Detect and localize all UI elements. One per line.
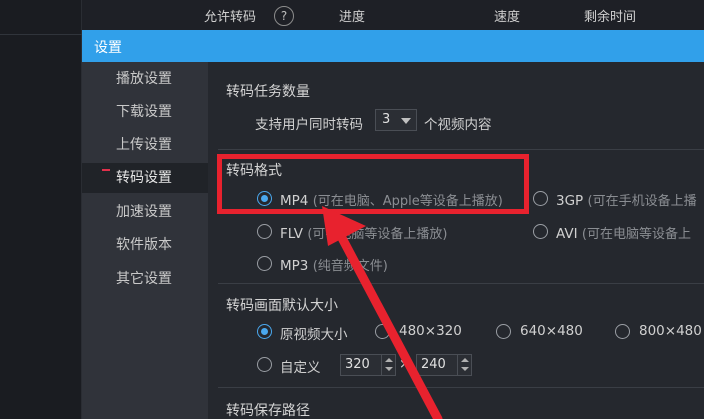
task-count-value: 3	[382, 112, 391, 127]
sidebar-item-other[interactable]: 其它设置	[82, 264, 208, 294]
option-label: AVI	[556, 226, 578, 242]
format-option-mp3[interactable]: MP3 (纯音频文件)	[280, 255, 388, 274]
radio-640x480[interactable]	[496, 324, 511, 339]
option-hint: (可在电脑等设备上播放)	[307, 227, 448, 242]
help-icon[interactable]: ?	[274, 6, 294, 26]
save-path-title: 转码保存路径	[226, 403, 310, 419]
size-option-800x480[interactable]: 800×480	[639, 323, 702, 339]
option-label: FLV	[280, 226, 304, 242]
option-hint: (纯音频文件)	[312, 259, 388, 274]
active-indicator	[102, 169, 110, 171]
column-allow-transcode[interactable]: 允许转码	[204, 6, 256, 25]
sidebar-item-acceleration[interactable]: 加速设置	[82, 197, 208, 227]
chevron-up-icon[interactable]	[385, 358, 393, 362]
column-speed[interactable]: 速度	[494, 6, 520, 25]
task-count-title: 转码任务数量	[226, 84, 310, 100]
highlight-box	[217, 154, 529, 214]
sidebar-item-upload[interactable]: 上传设置	[82, 130, 208, 160]
task-count-select[interactable]: 3	[375, 109, 417, 131]
size-option-480x320[interactable]: 480×320	[399, 323, 462, 339]
sidebar-item-playback[interactable]: 播放设置	[82, 64, 208, 94]
custom-height-value: 240	[421, 357, 446, 372]
background-left-panel	[0, 0, 82, 419]
sidebar-item-label: 转码设置	[116, 170, 172, 186]
divider	[218, 387, 704, 388]
divider	[218, 149, 704, 150]
radio-mp3[interactable]	[257, 256, 272, 271]
custom-width-value: 320	[345, 357, 370, 372]
chevron-down-icon[interactable]	[461, 367, 469, 371]
settings-dialog: 设置 播放设置 下载设置 上传设置 转码设置 加速设置 软件版本 其它设置 转码…	[82, 30, 704, 419]
custom-height-stepper[interactable]: 240	[416, 354, 472, 376]
chevron-down-icon[interactable]	[385, 367, 393, 371]
sidebar-item-download[interactable]: 下载设置	[82, 97, 208, 127]
radio-custom-size[interactable]	[257, 357, 272, 372]
task-count-prefix: 支持用户同时转码	[255, 117, 363, 133]
format-option-avi[interactable]: AVI (可在电脑等设备上	[556, 223, 691, 242]
option-hint: (可在电脑等设备上	[581, 227, 691, 242]
divider	[0, 34, 82, 35]
chevron-down-icon	[401, 118, 411, 124]
settings-content: 转码任务数量 支持用户同时转码 3 个视频内容 转码格式 MP4 (可在电脑、A…	[208, 62, 704, 419]
settings-sidebar: 播放设置 下载设置 上传设置 转码设置 加速设置 软件版本 其它设置	[82, 62, 208, 419]
dialog-titlebar[interactable]: 设置	[82, 30, 704, 62]
radio-original-size[interactable]	[257, 324, 272, 339]
radio-3gp[interactable]	[533, 191, 548, 206]
column-progress[interactable]: 进度	[339, 6, 365, 25]
format-option-flv[interactable]: FLV (可在电脑等设备上播放)	[280, 223, 448, 242]
dialog-title: 设置	[94, 40, 122, 56]
size-separator: ×	[399, 356, 411, 372]
option-label: 3GP	[556, 193, 584, 209]
task-count-suffix: 个视频内容	[424, 117, 492, 133]
size-title: 转码画面默认大小	[226, 298, 338, 314]
radio-flv[interactable]	[257, 224, 272, 239]
radio-800x480[interactable]	[615, 324, 630, 339]
option-label: MP3	[280, 258, 309, 274]
size-option-640x480[interactable]: 640×480	[520, 323, 583, 339]
column-remaining-time[interactable]: 剩余时间	[584, 6, 636, 25]
custom-width-stepper[interactable]: 320	[340, 354, 396, 376]
sidebar-item-transcode[interactable]: 转码设置	[82, 163, 208, 193]
radio-480x320[interactable]	[375, 324, 390, 339]
divider	[218, 283, 704, 284]
size-option-original[interactable]: 原视频大小	[280, 323, 348, 343]
chevron-up-icon[interactable]	[461, 358, 469, 362]
format-option-3gp[interactable]: 3GP (可在手机设备上播	[556, 190, 697, 209]
stepper-buttons[interactable]	[381, 355, 395, 375]
stepper-buttons[interactable]	[457, 355, 471, 375]
radio-avi[interactable]	[533, 224, 548, 239]
option-hint: (可在手机设备上播	[587, 194, 697, 209]
size-option-custom[interactable]: 自定义	[280, 356, 321, 376]
sidebar-item-version[interactable]: 软件版本	[82, 230, 208, 260]
